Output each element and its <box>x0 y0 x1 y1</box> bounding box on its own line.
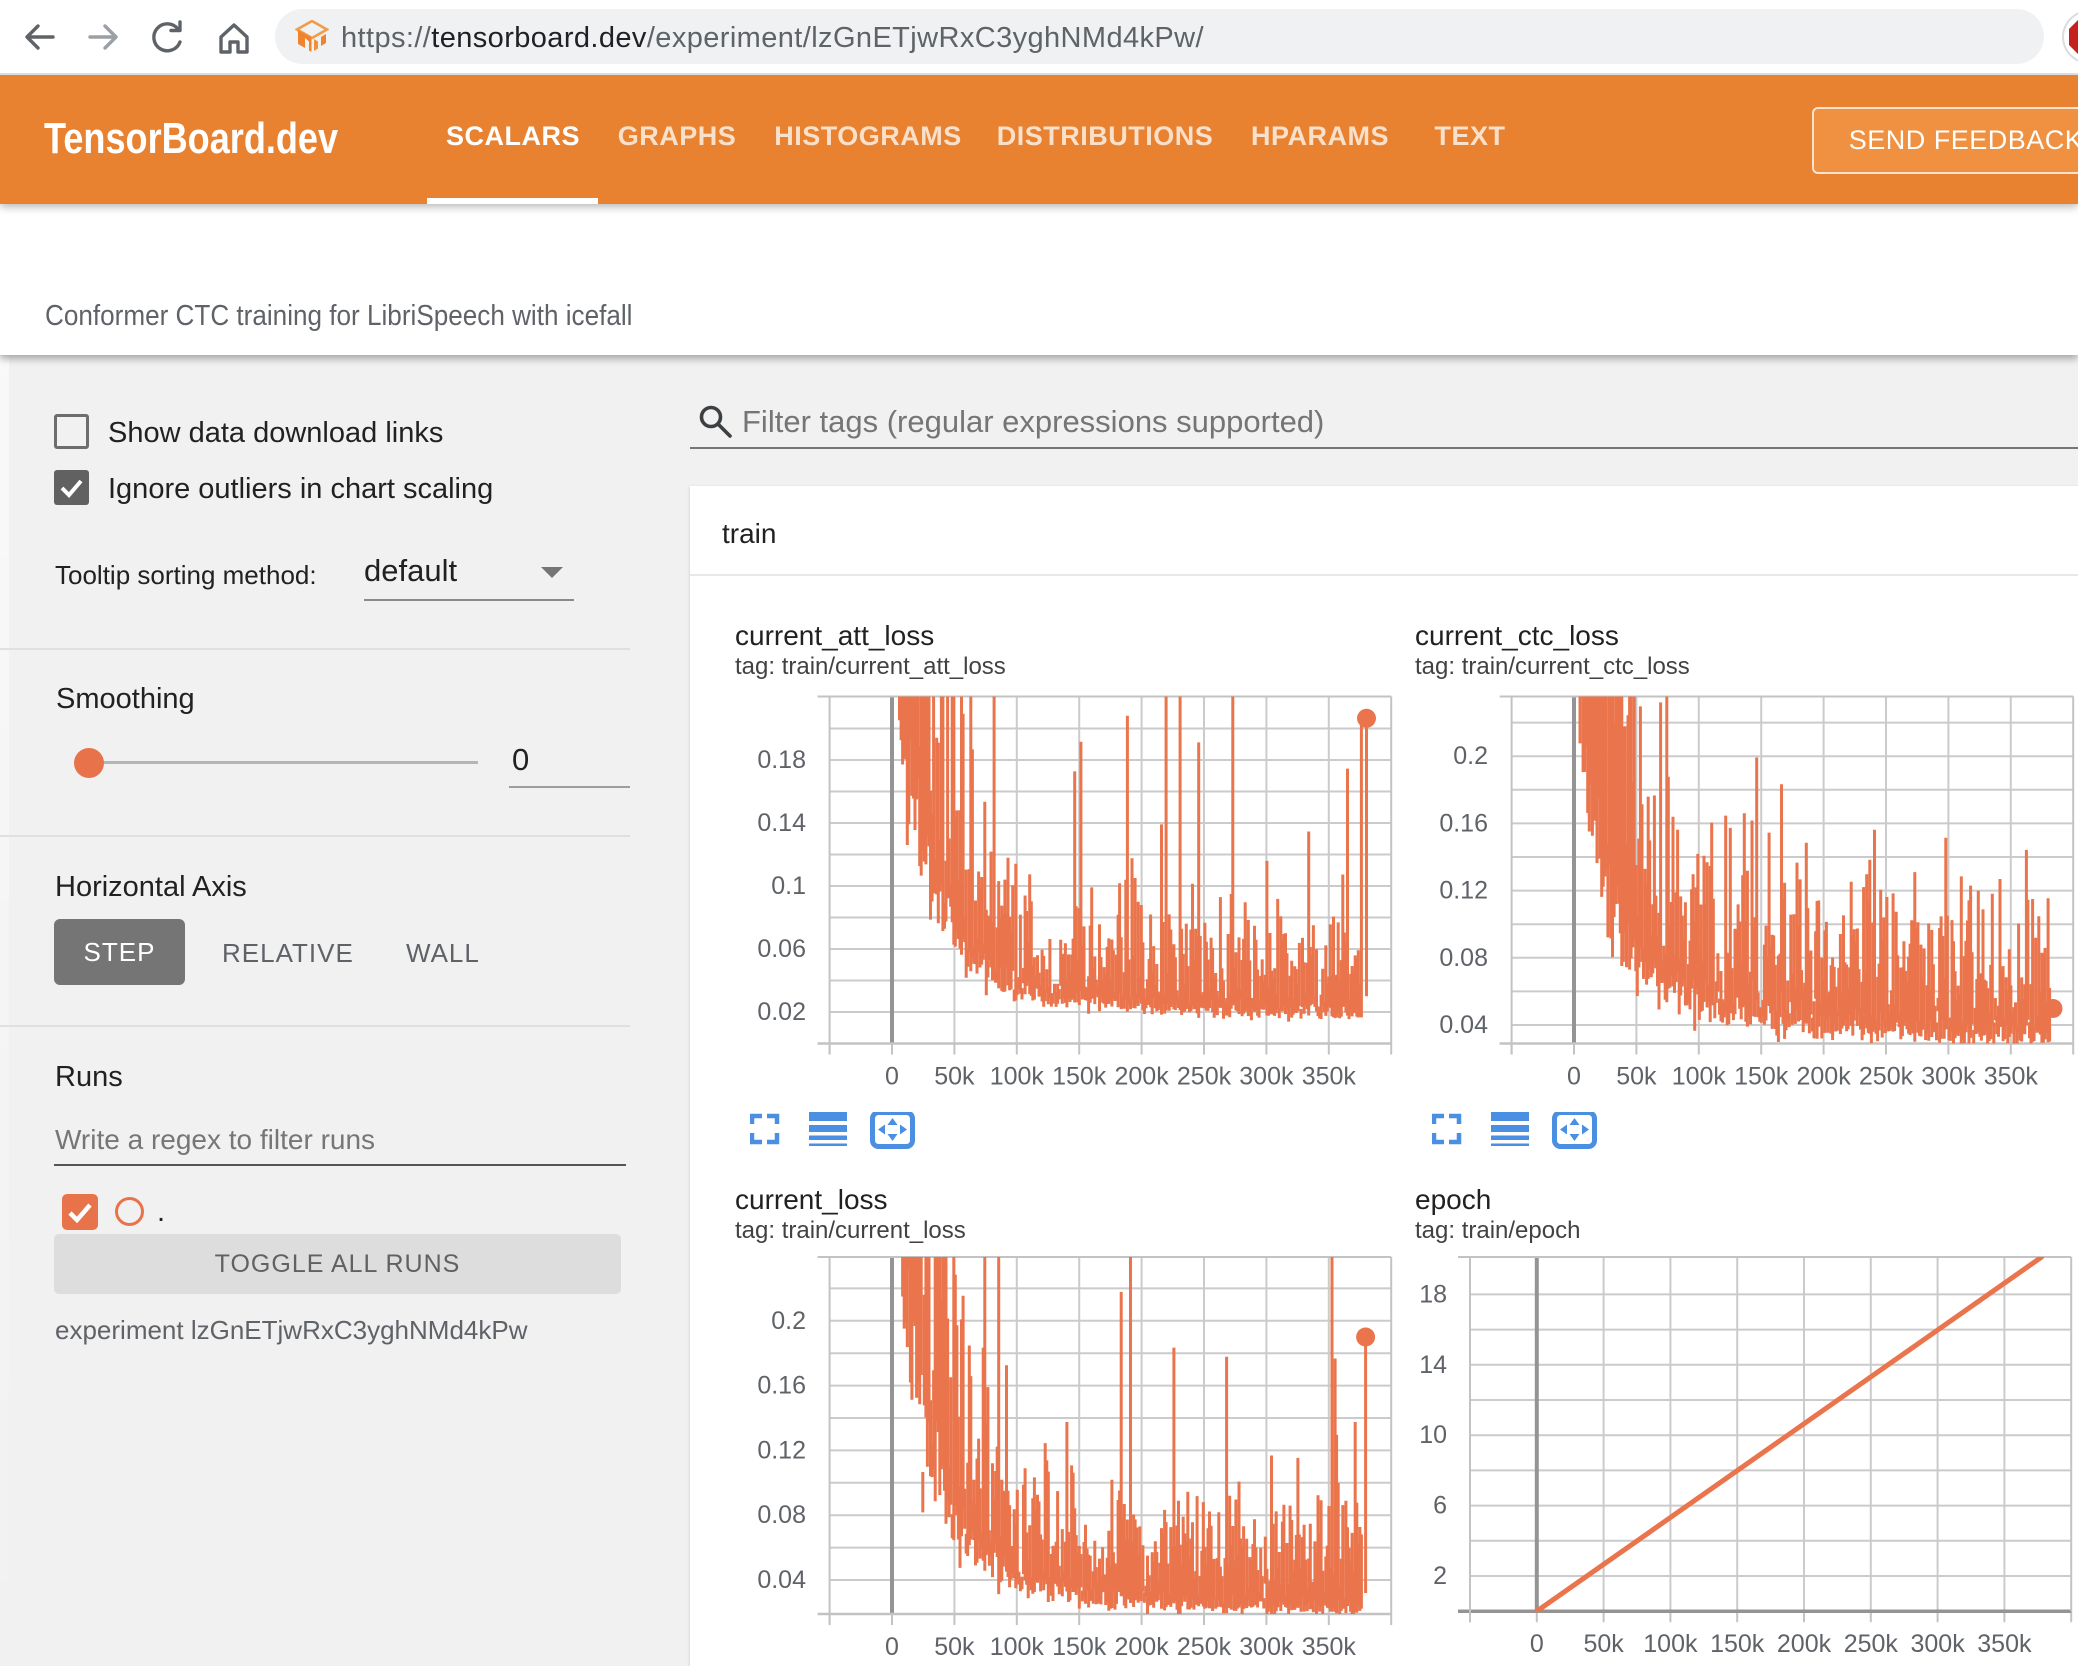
svg-text:300k: 300k <box>1239 1633 1294 1661</box>
svg-text:0.08: 0.08 <box>1439 944 1488 972</box>
svg-text:10: 10 <box>1419 1421 1447 1449</box>
svg-text:100k: 100k <box>990 1063 1045 1091</box>
svg-text:0.2: 0.2 <box>771 1307 806 1335</box>
svg-text:0.2: 0.2 <box>1453 742 1488 770</box>
svg-text:0.12: 0.12 <box>757 1436 806 1464</box>
svg-text:0: 0 <box>885 1063 899 1091</box>
svg-text:50k: 50k <box>934 1063 975 1091</box>
svg-text:50k: 50k <box>1583 1630 1624 1658</box>
svg-text:0: 0 <box>1530 1630 1544 1658</box>
svg-text:300k: 300k <box>1910 1630 1965 1658</box>
svg-text:50k: 50k <box>1616 1063 1657 1091</box>
svg-text:50k: 50k <box>934 1633 975 1661</box>
svg-text:0.12: 0.12 <box>1439 877 1488 905</box>
svg-text:350k: 350k <box>1302 1633 1357 1661</box>
svg-text:250k: 250k <box>1844 1630 1899 1658</box>
svg-text:300k: 300k <box>1239 1063 1294 1091</box>
svg-text:0: 0 <box>885 1633 899 1661</box>
svg-text:0.18: 0.18 <box>757 746 806 774</box>
svg-text:150k: 150k <box>1052 1633 1107 1661</box>
svg-text:100k: 100k <box>990 1633 1045 1661</box>
svg-text:0.1: 0.1 <box>771 872 806 900</box>
svg-text:250k: 250k <box>1177 1633 1232 1661</box>
svg-text:14: 14 <box>1419 1351 1447 1379</box>
svg-text:250k: 250k <box>1859 1063 1914 1091</box>
svg-text:100k: 100k <box>1672 1063 1727 1091</box>
svg-text:6: 6 <box>1433 1492 1447 1520</box>
svg-text:300k: 300k <box>1921 1063 1976 1091</box>
svg-text:0.16: 0.16 <box>1439 809 1488 837</box>
svg-text:350k: 350k <box>1984 1063 2039 1091</box>
svg-text:0.02: 0.02 <box>757 998 806 1026</box>
svg-text:2: 2 <box>1433 1562 1447 1590</box>
svg-text:150k: 150k <box>1710 1630 1765 1658</box>
svg-text:200k: 200k <box>1114 1063 1169 1091</box>
svg-text:0.16: 0.16 <box>757 1372 806 1400</box>
svg-text:200k: 200k <box>1777 1630 1832 1658</box>
svg-text:150k: 150k <box>1734 1063 1789 1091</box>
svg-text:0: 0 <box>1567 1063 1581 1091</box>
svg-text:18: 18 <box>1419 1280 1447 1308</box>
svg-text:0.04: 0.04 <box>1439 1011 1488 1039</box>
svg-text:350k: 350k <box>1977 1630 2032 1658</box>
svg-text:0.08: 0.08 <box>757 1501 806 1529</box>
svg-text:0.04: 0.04 <box>757 1566 806 1594</box>
svg-text:0.14: 0.14 <box>757 809 806 837</box>
svg-text:150k: 150k <box>1052 1063 1107 1091</box>
svg-text:0.06: 0.06 <box>757 935 806 963</box>
svg-text:250k: 250k <box>1177 1063 1232 1091</box>
svg-text:100k: 100k <box>1643 1630 1698 1658</box>
svg-text:200k: 200k <box>1114 1633 1169 1661</box>
svg-text:350k: 350k <box>1302 1063 1357 1091</box>
svg-text:200k: 200k <box>1796 1063 1851 1091</box>
